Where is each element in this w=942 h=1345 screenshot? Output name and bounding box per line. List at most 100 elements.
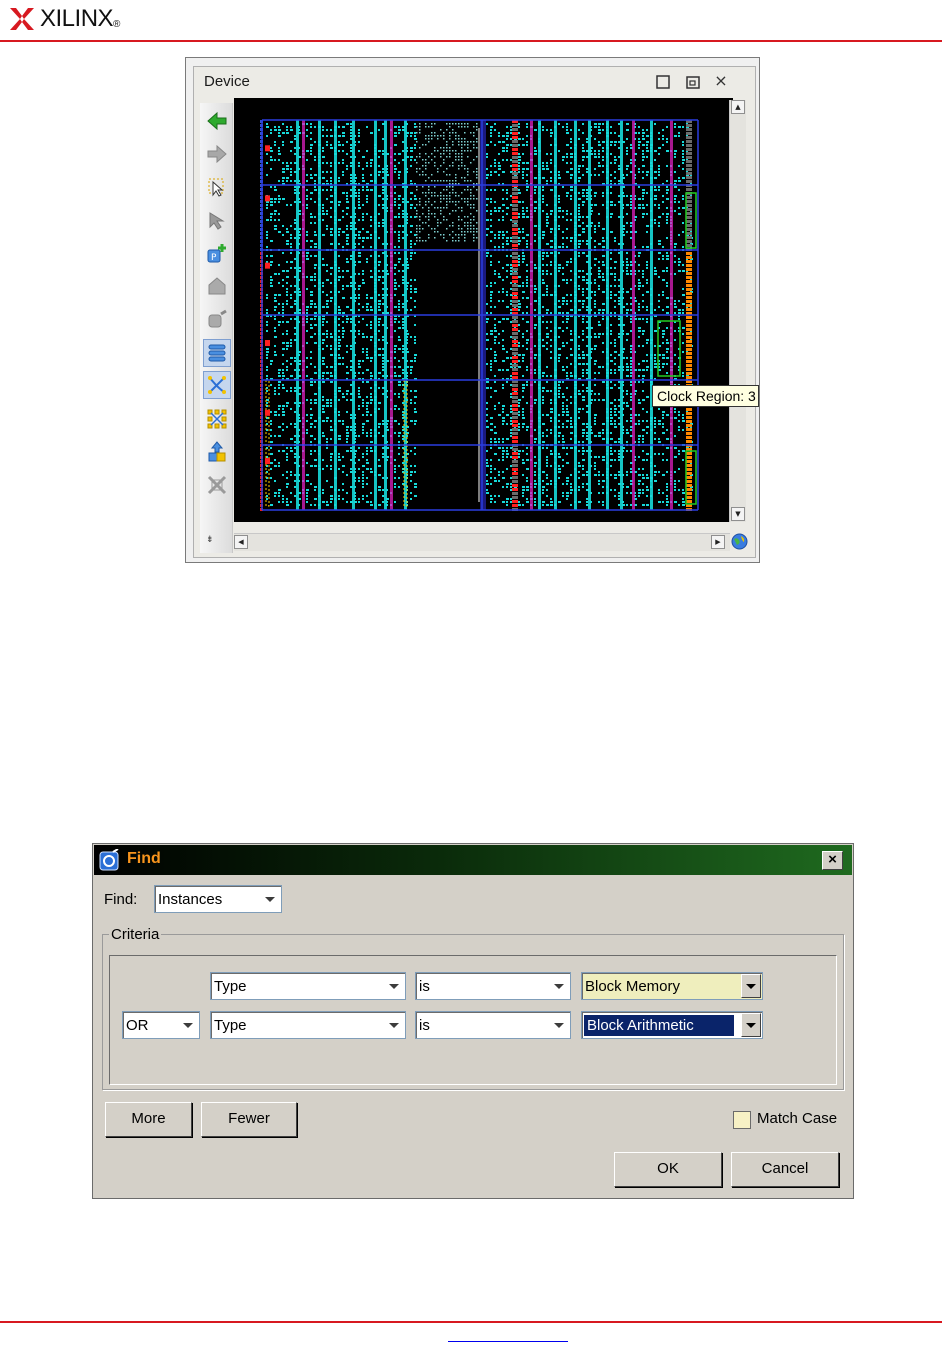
clock-region-tooltip: Clock Region: 3 <box>652 385 759 407</box>
io-pad <box>512 496 518 499</box>
central-logic-cell <box>476 156 478 158</box>
io-pad <box>686 172 692 175</box>
central-logic-cell <box>422 186 424 188</box>
central-logic-cell <box>467 144 469 146</box>
criteria-value-select-2[interactable]: Block Arithmetic <box>581 1011 763 1039</box>
io-pad <box>512 200 518 203</box>
central-logic-cell <box>455 180 457 182</box>
scroll-right-icon[interactable]: ▶ <box>711 535 725 549</box>
io-pad <box>686 188 692 191</box>
central-logic-cell <box>416 189 418 191</box>
device-window: Device × P ⇟ ▲ ▼ ◀ ▶ Clock Region: 3 <box>193 66 759 558</box>
io-pad <box>512 436 518 439</box>
central-logic-cell <box>452 231 454 233</box>
find-dialog-titlebar[interactable]: Find × <box>94 845 852 875</box>
io-pad <box>512 428 518 431</box>
restore-icon[interactable] <box>685 74 701 90</box>
cell-array-icon[interactable] <box>203 405 231 433</box>
forward-arrow-icon[interactable] <box>203 140 231 168</box>
io-pad <box>512 260 518 263</box>
more-button[interactable]: More <box>105 1102 192 1137</box>
io-pad <box>686 144 692 147</box>
find-dialog-title: Find <box>127 850 161 867</box>
central-logic-cell <box>428 177 430 179</box>
chevron-down-icon <box>554 984 564 989</box>
central-logic-cell <box>473 231 475 233</box>
scroll-up-icon[interactable]: ▲ <box>731 100 745 114</box>
central-logic-cell <box>419 228 421 230</box>
central-logic-cell <box>455 150 457 152</box>
central-logic-cell <box>452 240 454 242</box>
io-pad <box>512 280 518 283</box>
central-logic-cell <box>425 204 427 206</box>
world-view-icon[interactable] <box>731 533 748 550</box>
vertical-scrollbar[interactable]: ▲ ▼ <box>729 100 746 522</box>
central-logic-cell <box>449 123 451 125</box>
maximize-icon[interactable] <box>655 74 671 90</box>
io-pad <box>686 160 692 163</box>
horizontal-scrollbar[interactable]: ◀ ▶ <box>234 533 730 551</box>
criteria-property-select-1[interactable]: Type <box>210 972 406 1000</box>
central-logic-cell <box>470 141 472 143</box>
central-logic-cell <box>419 198 421 200</box>
central-logic-cell <box>461 210 463 212</box>
cancel-button[interactable]: Cancel <box>731 1152 839 1187</box>
place-icon[interactable] <box>203 272 231 300</box>
criteria-value-select-1[interactable]: Block Memory <box>581 972 763 1000</box>
central-logic-cell <box>455 174 457 176</box>
ok-button[interactable]: OK <box>614 1152 722 1187</box>
scroll-down-icon[interactable]: ▼ <box>731 507 745 521</box>
fewer-button[interactable]: Fewer <box>201 1102 297 1137</box>
close-icon[interactable]: × <box>713 73 729 90</box>
central-logic-cell <box>449 213 451 215</box>
scroll-left-icon[interactable]: ◀ <box>234 535 248 549</box>
io-pad <box>686 340 692 343</box>
central-logic-cell <box>452 210 454 212</box>
criteria-operator-select-2[interactable]: is <box>415 1011 571 1039</box>
move-icon[interactable] <box>203 438 231 466</box>
layers-icon[interactable] <box>203 339 231 367</box>
central-logic-cell <box>455 153 457 155</box>
central-logic-cell <box>464 150 466 152</box>
close-icon[interactable]: × <box>822 851 843 870</box>
central-logic-cell <box>476 129 478 131</box>
add-pblock-icon[interactable]: P <box>203 239 231 267</box>
central-logic-cell <box>476 126 478 128</box>
footer-link[interactable] <box>448 1330 568 1342</box>
central-logic-cell <box>473 186 475 188</box>
back-arrow-icon[interactable] <box>203 107 231 135</box>
central-logic-cell <box>437 222 439 224</box>
toolbar-overflow-icon[interactable]: ⇟ <box>206 535 214 545</box>
io-pad <box>512 316 518 319</box>
central-logic-cell <box>449 195 451 197</box>
io-pad <box>686 208 692 211</box>
io-pad <box>686 456 692 459</box>
footer-rule <box>0 1321 942 1323</box>
select-arrow-icon[interactable] <box>203 173 231 201</box>
central-logic-cell <box>440 180 442 182</box>
io-pad <box>686 376 692 379</box>
device-canvas[interactable] <box>234 98 733 522</box>
central-logic-cell <box>434 228 436 230</box>
central-logic-cell <box>473 159 475 161</box>
central-logic-cell <box>476 174 478 176</box>
criteria-operator-select-1[interactable]: is <box>415 972 571 1000</box>
match-case-checkbox[interactable] <box>733 1111 751 1129</box>
central-logic-cell <box>443 138 445 140</box>
central-logic-cell <box>464 138 466 140</box>
io-pad <box>512 272 518 275</box>
find-type-select[interactable]: Instances <box>154 885 282 913</box>
net-routing-icon[interactable] <box>203 371 231 399</box>
criteria-property-select-2[interactable]: Type <box>210 1011 406 1039</box>
criteria-logic-select-2[interactable]: OR <box>122 1011 200 1039</box>
io-pad <box>512 480 518 483</box>
find-dialog: Find × Find: Instances Criteria Type is … <box>92 843 854 1199</box>
central-logic-cell <box>452 132 454 134</box>
unroute-icon[interactable] <box>203 471 231 499</box>
central-logic-cell <box>419 147 421 149</box>
central-logic-cell <box>431 174 433 176</box>
central-logic-cell <box>431 159 433 161</box>
io-icon[interactable] <box>203 305 231 333</box>
central-logic-cell <box>428 162 430 164</box>
route-icon[interactable] <box>203 206 231 234</box>
